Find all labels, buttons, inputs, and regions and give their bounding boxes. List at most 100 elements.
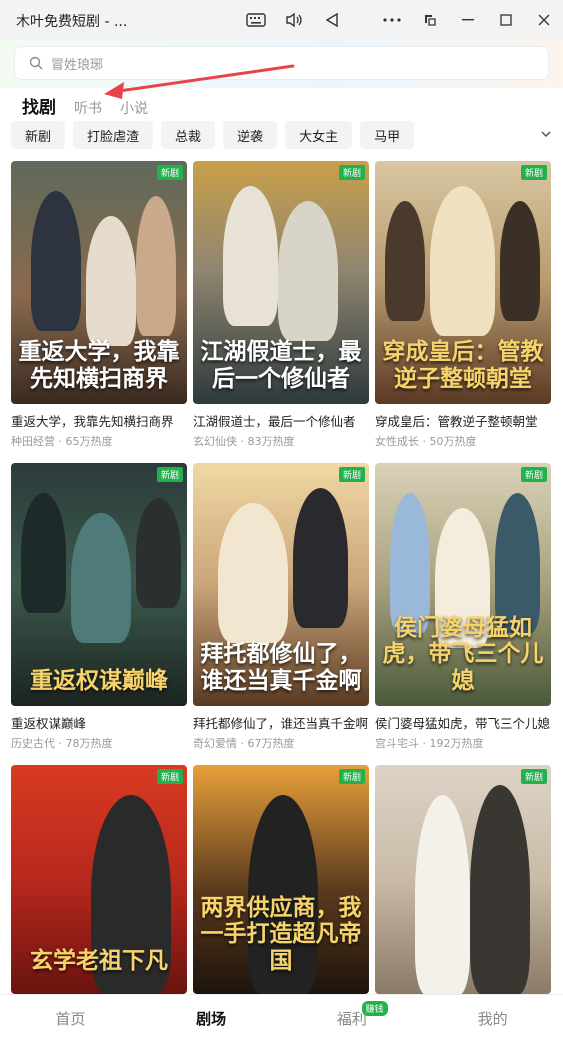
new-badge: 新剧 xyxy=(156,165,183,180)
poster-title: 重返大学，我靠先知横扫商界 xyxy=(18,338,180,392)
drama-heat: 192万热度 xyxy=(429,737,484,750)
tab-find-drama[interactable]: 找剧 xyxy=(22,93,56,118)
maximize-icon[interactable] xyxy=(487,0,525,40)
category-chips: 新剧 打脸虐渣 总裁 逆袭 大女主 马甲 xyxy=(11,121,563,149)
drama-genre: 奇幻爱情 xyxy=(193,737,237,750)
drama-genre: 女性成长 xyxy=(375,435,419,448)
drama-card[interactable]: 新剧 侯门婆母猛如虎，带飞三个儿媳 侯门婆母猛如虎，带飞三个儿媳 宫斗宅斗 · … xyxy=(375,463,551,751)
drama-poster[interactable]: 新剧 玄学老祖下凡 xyxy=(11,765,187,994)
drama-meta: 种田经营 · 65万热度 xyxy=(11,435,113,448)
new-badge: 新剧 xyxy=(520,467,547,482)
content-tabs: 找剧 听书 小说 xyxy=(22,90,166,118)
new-badge: 新剧 xyxy=(338,165,365,180)
poster-figure xyxy=(385,201,425,321)
poster-figure xyxy=(21,493,66,613)
volume-icon[interactable] xyxy=(275,0,313,40)
drama-poster[interactable]: 新剧 穿成皇后：管教逆子整顿朝堂 xyxy=(375,161,551,404)
earn-badge: 赚钱 xyxy=(361,1001,388,1016)
drama-title: 重返权谋巅峰 xyxy=(11,716,87,731)
poster-title: 拜托都修仙了，谁还当真千金啊 xyxy=(200,640,362,694)
new-badge: 新剧 xyxy=(338,467,365,482)
drama-card[interactable]: 新剧 玄学老祖下凡 xyxy=(11,765,187,994)
drama-heat: 83万热度 xyxy=(247,435,295,448)
poster-figure xyxy=(390,493,430,633)
drama-card[interactable]: 新剧 重返大学，我靠先知横扫商界 重返大学，我靠先知横扫商界 种田经营 · 65… xyxy=(11,161,187,449)
drama-poster[interactable]: 新剧 两界供应商，我一手打造超凡帝国 xyxy=(193,765,369,994)
new-badge: 新剧 xyxy=(520,165,547,180)
bottom-navigation: 首页 剧场 福利 赚钱 我的 xyxy=(0,994,563,1041)
nav-mine[interactable]: 我的 xyxy=(422,995,563,1041)
poster-title: 侯门婆母猛如虎，带飞三个儿媳 xyxy=(382,613,544,694)
poster-title: 穿成皇后：管教逆子整顿朝堂 xyxy=(382,338,544,392)
poster-title: 玄学老祖下凡 xyxy=(30,946,168,974)
drama-genre: 玄幻仙侠 xyxy=(193,435,237,448)
category-chip[interactable]: 打脸虐渣 xyxy=(73,121,154,149)
category-chip[interactable]: 逆袭 xyxy=(223,121,278,149)
drama-title: 重返大学，我靠先知横扫商界 xyxy=(11,414,174,429)
drama-meta: 玄幻仙侠 · 83万热度 xyxy=(193,435,295,448)
nav-home[interactable]: 首页 xyxy=(0,995,141,1041)
poster-figure xyxy=(495,493,540,633)
poster-title: 重返权谋巅峰 xyxy=(30,666,168,694)
pin-window-icon[interactable] xyxy=(411,0,449,40)
drama-poster[interactable]: 新剧 侯门婆母猛如虎，带飞三个儿媳 xyxy=(375,463,551,706)
drama-title: 拜托都修仙了，谁还当真千金啊 xyxy=(193,716,369,731)
drama-meta: 女性成长 · 50万热度 xyxy=(375,435,477,448)
tab-audiobook[interactable]: 听书 xyxy=(74,98,102,118)
category-chip[interactable]: 新剧 xyxy=(11,121,66,149)
drama-meta: 奇幻爱情 · 67万热度 xyxy=(193,737,295,750)
poster-figure xyxy=(500,201,540,321)
poster-figure xyxy=(293,488,348,628)
poster-figure xyxy=(136,498,181,608)
more-icon[interactable] xyxy=(373,0,411,40)
drama-card[interactable]: 新剧 拜托都修仙了，谁还当真千金啊 拜托都修仙了，谁还当真千金啊 奇幻爱情 · … xyxy=(193,463,369,751)
title-bar: 木叶免费短剧 - ... xyxy=(0,0,563,41)
drama-card[interactable]: 新剧 穿成皇后：管教逆子整顿朝堂 穿成皇后：管教逆子整顿朝堂 女性成长 · 50… xyxy=(375,161,551,449)
poster-figure xyxy=(278,201,338,341)
category-chip[interactable]: 大女主 xyxy=(285,121,353,149)
new-badge: 新剧 xyxy=(338,769,365,784)
poster-title: 两界供应商，我一手打造超凡帝国 xyxy=(200,893,362,974)
title-bar-controls xyxy=(237,0,563,40)
poster-figure xyxy=(415,795,470,994)
drama-genre: 宫斗宅斗 xyxy=(375,737,419,750)
chevron-down-icon[interactable] xyxy=(539,127,553,141)
category-chip[interactable]: 马甲 xyxy=(360,121,415,149)
poster-figure xyxy=(430,186,495,336)
category-chip[interactable]: 总裁 xyxy=(161,121,216,149)
drama-heat: 78万热度 xyxy=(65,737,113,750)
drama-poster[interactable]: 新剧 江湖假道士，最后一个修仙者 xyxy=(193,161,369,404)
minimize-icon[interactable] xyxy=(449,0,487,40)
drama-poster[interactable]: 新剧 拜托都修仙了，谁还当真千金啊 xyxy=(193,463,369,706)
back-triangle-icon[interactable] xyxy=(313,0,351,40)
search-placeholder: 冒姓琅琊 xyxy=(51,57,104,73)
drama-genre: 种田经营 xyxy=(11,435,55,448)
poster-figure xyxy=(71,513,131,643)
poster-figure xyxy=(136,196,176,336)
drama-meta: 宫斗宅斗 · 192万热度 xyxy=(375,737,484,750)
drama-poster[interactable]: 新剧 xyxy=(375,765,551,994)
new-badge: 新剧 xyxy=(156,769,183,784)
poster-figure xyxy=(31,191,81,331)
search-icon xyxy=(29,56,43,70)
close-icon[interactable] xyxy=(525,0,563,40)
drama-title: 江湖假道士，最后一个修仙者 xyxy=(193,414,356,429)
drama-poster[interactable]: 新剧 重返大学，我靠先知横扫商界 xyxy=(11,161,187,404)
poster-figure xyxy=(470,785,530,994)
drama-title: 侯门婆母猛如虎，带飞三个儿媳 xyxy=(375,716,551,731)
drama-heat: 67万热度 xyxy=(247,737,295,750)
poster-figure xyxy=(223,186,278,326)
drama-poster[interactable]: 新剧 重返权谋巅峰 xyxy=(11,463,187,706)
keyboard-icon[interactable] xyxy=(237,0,275,40)
window-title: 木叶免费短剧 - ... xyxy=(16,14,128,30)
nav-welfare[interactable]: 福利 赚钱 xyxy=(282,995,423,1041)
nav-theater[interactable]: 剧场 xyxy=(141,995,282,1041)
drama-card[interactable]: 新剧 xyxy=(375,765,551,994)
drama-genre: 历史古代 xyxy=(11,737,55,750)
drama-card[interactable]: 新剧 重返权谋巅峰 重返权谋巅峰 历史古代 · 78万热度 xyxy=(11,463,187,751)
new-badge: 新剧 xyxy=(520,769,547,784)
tab-novel[interactable]: 小说 xyxy=(120,98,148,118)
poster-title: 江湖假道士，最后一个修仙者 xyxy=(200,338,362,392)
drama-card[interactable]: 新剧 两界供应商，我一手打造超凡帝国 xyxy=(193,765,369,994)
drama-card[interactable]: 新剧 江湖假道士，最后一个修仙者 江湖假道士，最后一个修仙者 玄幻仙侠 · 83… xyxy=(193,161,369,449)
